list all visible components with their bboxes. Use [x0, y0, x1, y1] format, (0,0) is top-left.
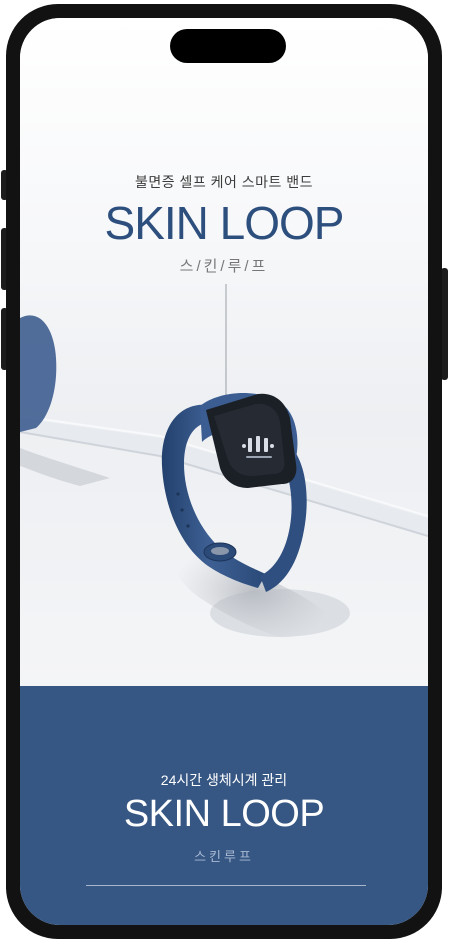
- phone-frame: 불면증 셀프 케어 스마트 밴드 SKIN LOOP 스/킨/루/프 24시간 …: [6, 4, 442, 939]
- panel-tagline: 24시간 생체시계 관리: [160, 772, 288, 788]
- panel-subtitle: 스킨루프: [194, 849, 254, 864]
- bottom-panel: 24시간 생체시계 관리 SKIN LOOP 스킨루프: [20, 686, 428, 925]
- panel-title: SKIN LOOP: [123, 793, 325, 835]
- hero-tagline: 불면증 셀프 케어 스마트 밴드: [134, 174, 314, 190]
- hero-title: SKIN LOOP: [104, 197, 345, 249]
- phone-screen: 불면증 셀프 케어 스마트 밴드 SKIN LOOP 스/킨/루/프 24시간 …: [20, 18, 428, 925]
- product-photo: [20, 284, 428, 645]
- hero-section: 불면증 셀프 케어 스마트 밴드 SKIN LOOP 스/킨/루/프: [20, 18, 428, 686]
- power-button: [441, 268, 448, 380]
- dynamic-island: [170, 29, 286, 63]
- hero-subtitle: 스/킨/루/프: [179, 258, 269, 275]
- panel-divider: [86, 885, 366, 886]
- background-band: [20, 315, 57, 432]
